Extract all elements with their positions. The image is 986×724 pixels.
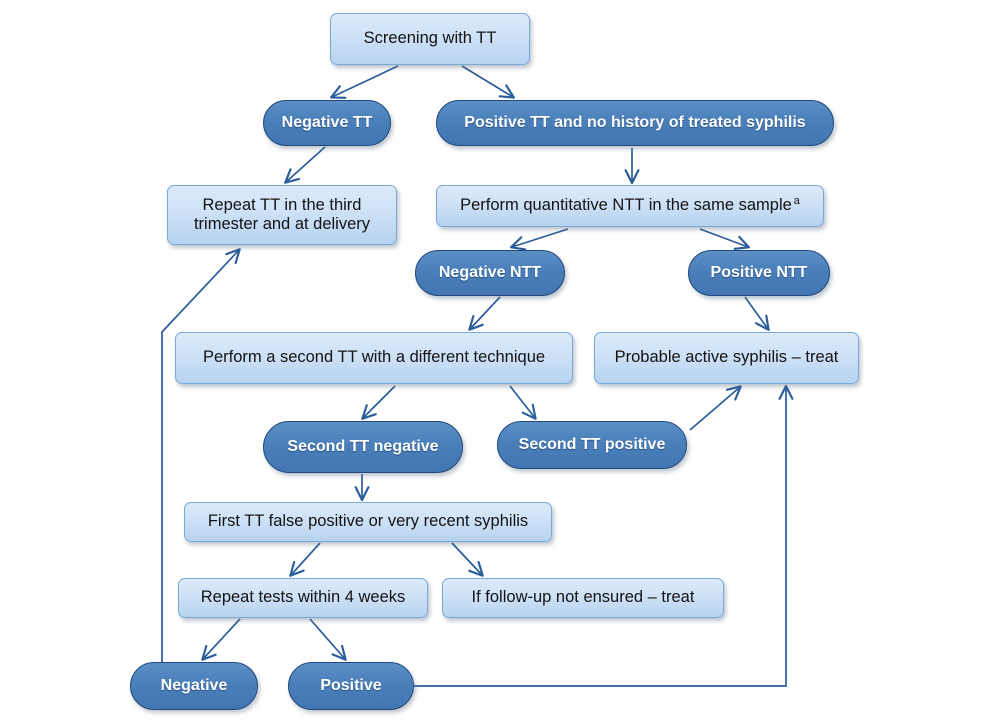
node-final-positive[interactable]: Positive bbox=[288, 662, 414, 710]
node-negative-ntt[interactable]: Negative NTT bbox=[415, 250, 565, 296]
footnote-marker-a: a bbox=[793, 194, 800, 207]
node-perform-quantitative-ntt[interactable]: Perform quantitative NTT in the same sam… bbox=[436, 185, 824, 227]
node-repeat-tests-4-weeks-label: Repeat tests within 4 weeks bbox=[200, 588, 406, 607]
node-probable-active-syphilis-label: Probable active syphilis – treat bbox=[614, 348, 839, 367]
node-screening-label: Screening with TT bbox=[363, 29, 497, 48]
flowchart-canvas: Screening with TT Negative TT Positive T… bbox=[0, 0, 986, 724]
edge-negative-tt-to-repeat-tt bbox=[284, 146, 326, 184]
node-second-tt-negative-label: Second TT negative bbox=[287, 437, 439, 455]
edge-negative-ntt-to-second-tt bbox=[468, 296, 501, 331]
edge-perform-nnt-to-positive-ntt bbox=[699, 228, 751, 250]
node-probable-active-syphilis[interactable]: Probable active syphilis – treat bbox=[594, 332, 859, 384]
node-first-tt-false-positive[interactable]: First TT false positive or very recent s… bbox=[184, 502, 552, 542]
node-follow-up-not-ensured-label: If follow-up not ensured – treat bbox=[471, 588, 695, 607]
edge-perform-nnt-to-negative-ntt bbox=[509, 228, 569, 251]
node-repeat-tests-4-weeks[interactable]: Repeat tests within 4 weeks bbox=[178, 578, 428, 618]
node-positive-ntt[interactable]: Positive NTT bbox=[688, 250, 830, 296]
node-positive-tt[interactable]: Positive TT and no history of treated sy… bbox=[436, 100, 834, 146]
node-final-positive-label: Positive bbox=[320, 676, 382, 694]
edge-screening-to-negative-tt bbox=[329, 65, 399, 99]
edge-second-tt-to-second-tt-pos bbox=[509, 385, 537, 420]
edge-positive-ntt-to-probable-active bbox=[744, 296, 770, 331]
node-final-negative[interactable]: Negative bbox=[130, 662, 258, 710]
edge-screening-to-positive-tt bbox=[461, 65, 515, 99]
edge-first-tt-false-to-repeat-4-weeks bbox=[289, 542, 321, 577]
node-repeat-tt[interactable]: Repeat TT in the third trimester and at … bbox=[167, 185, 397, 245]
node-negative-tt[interactable]: Negative TT bbox=[263, 100, 391, 146]
node-negative-tt-label: Negative TT bbox=[281, 113, 373, 131]
edge-first-tt-false-to-follow-up-treat bbox=[451, 542, 484, 577]
node-final-negative-label: Negative bbox=[160, 676, 228, 694]
node-negative-ntt-label: Negative NTT bbox=[438, 263, 542, 281]
node-repeat-tt-label: Repeat TT in the third trimester and at … bbox=[193, 195, 371, 233]
edge-second-tt-pos-to-probable-active bbox=[689, 385, 742, 431]
edge-repeat-4-weeks-to-final-positive bbox=[309, 618, 347, 661]
node-positive-tt-label: Positive TT and no history of treated sy… bbox=[464, 113, 806, 131]
node-perform-second-tt[interactable]: Perform a second TT with a different tec… bbox=[175, 332, 573, 384]
node-second-tt-negative[interactable]: Second TT negative bbox=[263, 421, 463, 473]
edge-second-tt-to-second-tt-neg bbox=[361, 385, 396, 420]
node-first-tt-false-positive-label: First TT false positive or very recent s… bbox=[207, 512, 529, 531]
node-screening[interactable]: Screening with TT bbox=[330, 13, 530, 65]
node-perform-quantitative-ntt-label: Perform quantitative NTT in the same sam… bbox=[437, 194, 823, 215]
node-perform-second-tt-label: Perform a second TT with a different tec… bbox=[202, 348, 546, 367]
node-second-tt-positive-label: Second TT positive bbox=[518, 435, 666, 453]
node-second-tt-positive[interactable]: Second TT positive bbox=[497, 421, 687, 469]
node-follow-up-not-ensured[interactable]: If follow-up not ensured – treat bbox=[442, 578, 724, 618]
node-perform-quantitative-ntt-text: Perform quantitative NTT in the same sam… bbox=[460, 196, 792, 215]
node-positive-ntt-label: Positive NTT bbox=[710, 263, 808, 281]
edge-repeat-4-weeks-to-final-negative bbox=[201, 618, 241, 661]
